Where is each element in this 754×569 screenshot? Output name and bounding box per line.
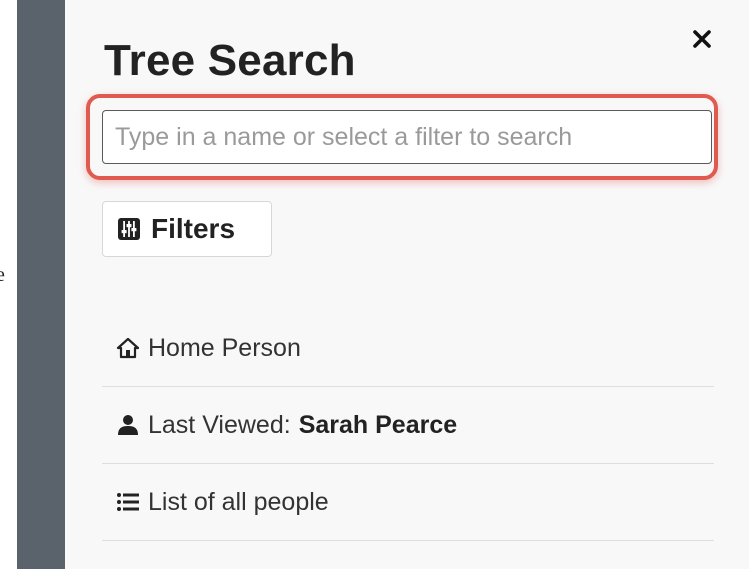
last-viewed-name: Sarah Pearce — [298, 410, 458, 439]
list-item-last-viewed[interactable]: Last Viewed: Sarah Pearce — [102, 387, 714, 464]
home-icon — [116, 336, 140, 360]
list-item-home-person[interactable]: Home Person — [102, 310, 714, 387]
sliders-icon — [117, 217, 141, 241]
list-item-label: Home Person — [148, 333, 301, 362]
close-button[interactable] — [687, 24, 717, 54]
filters-button[interactable]: Filters — [102, 201, 272, 257]
left-edge-text-fragment: e — [0, 264, 5, 286]
list-item-label: Last Viewed: — [148, 410, 291, 439]
filters-button-label: Filters — [151, 213, 236, 244]
close-icon — [692, 29, 712, 49]
page-title: Tree Search — [104, 36, 356, 85]
search-options-list: Home Person Last Viewed: Sarah Pearce Li… — [102, 310, 714, 541]
list-item-label: List of all people — [148, 487, 329, 516]
list-icon — [116, 490, 140, 514]
user-icon — [116, 413, 140, 437]
sidebar-strip — [17, 0, 65, 569]
search-input[interactable] — [102, 110, 712, 164]
list-item-all-people[interactable]: List of all people — [102, 464, 714, 541]
